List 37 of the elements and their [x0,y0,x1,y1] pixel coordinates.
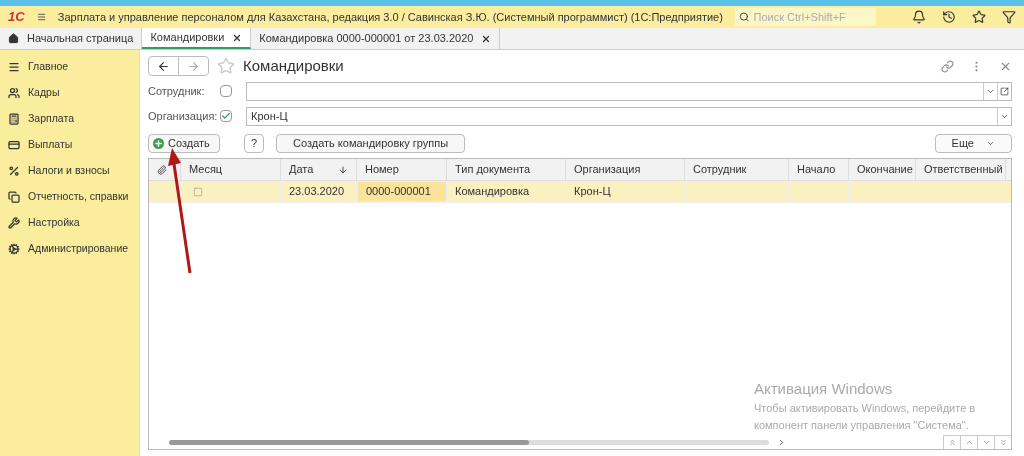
column-header[interactable]: Начало [789,159,849,180]
sidebar-item[interactable]: Главное [0,54,139,80]
search-input[interactable]: Поиск Ctrl+Shift+F [753,8,872,26]
table-cell-text: 0000-000001 [366,184,431,200]
search-field[interactable]: Поиск Ctrl+Shift+F [734,8,876,26]
table-row[interactable]: 23.03.2020 0000-000001 Командировка Крон-Ц [149,181,1011,203]
tab[interactable]: Командировки [142,28,252,49]
help-button[interactable]: ? [244,133,264,153]
sidebar-item[interactable]: Отчетность, справки [0,184,139,210]
column-header[interactable]: Окончание [849,159,916,180]
form-title: Командировки [243,55,344,76]
tab[interactable]: Командировка 0000-000001 от 23.03.2020 [251,28,501,49]
column-header[interactable]: Дата [281,159,357,180]
sidebar-item[interactable]: Выплаты [0,132,139,158]
sidebar-item[interactable]: Кадры [0,80,139,106]
activation-notice: Активация Windows Чтобы активировать Windows, перейдите в компонент панели управления "Система". [754,378,977,433]
column-header[interactable]: Номер [357,159,447,180]
column-header[interactable]: Ответственный [916,159,1006,180]
sidebar-item[interactable]: Зарплата [0,106,139,132]
column-header[interactable]: Организация [566,159,685,180]
app-logo: 1С [8,8,25,27]
more-button[interactable]: Еще [934,133,1012,153]
input-field[interactable]: Крон-Ц [246,106,1012,126]
sidebar-item[interactable]: Налоги и взносы [0,158,139,184]
column-header[interactable]: Месяц [181,159,281,180]
sidebar-item[interactable]: Настройка [0,210,139,236]
column-header[interactable]: Тип документа [447,159,566,180]
field-label: Сотрудник: [148,83,206,99]
group-button[interactable]: Создать командировку группы [276,133,466,153]
create-button[interactable]: Создать [148,133,220,153]
column-header[interactable]: Сотрудник [685,159,789,180]
sidebar-item[interactable]: Администрирование [0,236,139,262]
field-label: Организация: [148,108,219,124]
table-cell-text: 23.03.2020 [289,184,345,200]
table-cell-text: Крон-Ц [574,184,611,200]
app-title: Зарплата и управление персоналом для Казахстана, редакция 3.0 / Савинская З.Ю. (Системный программист) (1С:Предприятие) [57,9,723,25]
table-cell-text: Командировка [455,184,530,200]
